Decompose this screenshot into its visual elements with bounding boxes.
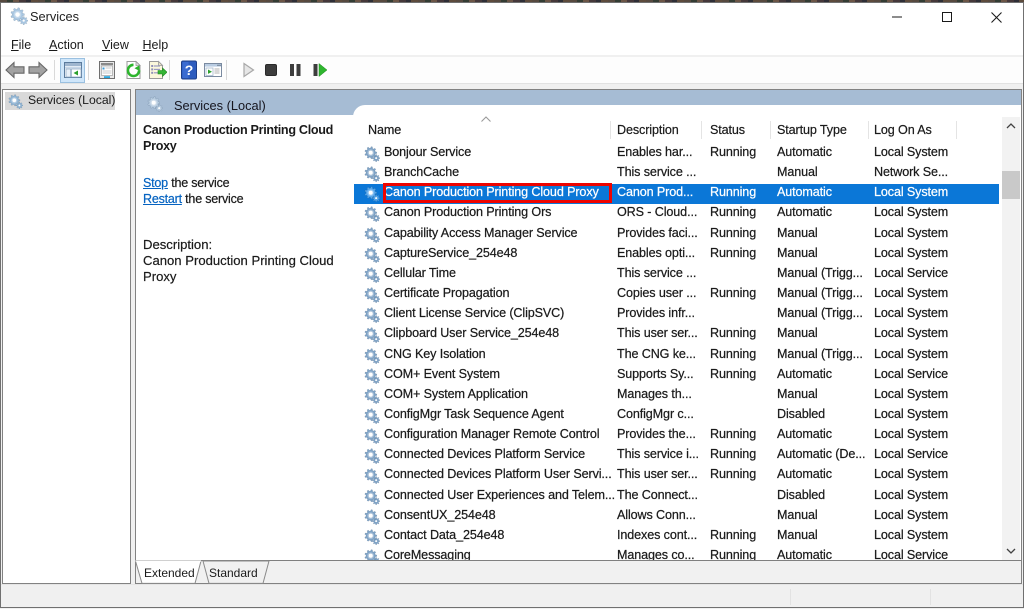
svg-text:?: ?	[185, 62, 194, 78]
